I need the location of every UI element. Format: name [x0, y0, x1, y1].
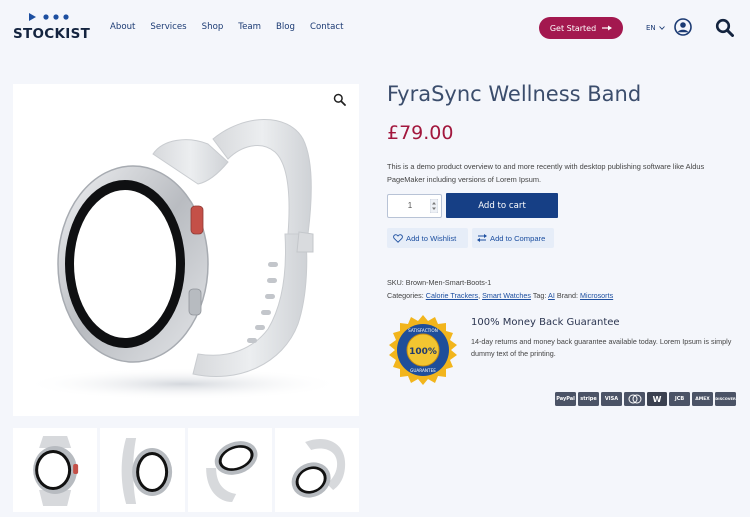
nav-about[interactable]: About: [110, 22, 135, 32]
get-started-label: Get Started: [549, 23, 597, 33]
product-main-image[interactable]: [13, 84, 359, 416]
product-sku: SKU: Brown-Men-Smart-Boots-1: [387, 278, 491, 287]
search-icon[interactable]: [715, 18, 734, 37]
nav-services[interactable]: Services: [150, 22, 186, 32]
chevron-down-icon: [659, 26, 665, 30]
discover-icon: DISCOVER: [715, 392, 736, 406]
category-link-calorie-trackers[interactable]: Calorie Trackers: [426, 291, 478, 300]
stripe-icon: stripe: [578, 392, 599, 406]
guarantee-title: 100% Money Back Guarantee: [471, 317, 620, 328]
stepper-arrows-icon[interactable]: [430, 199, 438, 213]
quantity-stepper[interactable]: 1: [387, 194, 442, 218]
product-meta: Categories: Calorie Trackers, Smart Watc…: [387, 291, 614, 300]
product-price: £79.00: [387, 122, 454, 144]
visa-icon: VISA: [601, 392, 622, 406]
payment-methods: PayPal stripe VISA W JCB AMEX DISCOVER: [555, 392, 736, 406]
wishlist-label: Add to Wishlist: [406, 233, 457, 243]
sku-value: Brown-Men-Smart-Boots-1: [405, 278, 492, 287]
product-description: This is a demo product overview to and m…: [387, 162, 705, 184]
svg-text:SATISFACTION: SATISFACTION: [408, 328, 438, 333]
get-started-button[interactable]: Get Started: [539, 17, 623, 39]
smartwatch-thumbnail-1: [33, 436, 79, 506]
nav-contact[interactable]: Contact: [310, 22, 343, 32]
mastercard-icon: [624, 392, 645, 406]
thumbnail-4[interactable]: [274, 428, 359, 512]
category-link-smart-watches[interactable]: Smart Watches: [482, 291, 531, 300]
main-nav: About Services Shop Team Blog Contact: [110, 22, 343, 32]
thumbnail-gallery: [13, 428, 359, 512]
smartwatch-thumbnail-2: [121, 438, 173, 504]
add-to-compare-button[interactable]: Add to Compare: [472, 228, 554, 248]
add-to-cart-button[interactable]: Add to cart: [446, 193, 558, 218]
satisfaction-guarantee-badge-icon: 100% SATISFACTION GUARANTEE: [389, 315, 457, 385]
nav-shop[interactable]: Shop: [202, 22, 224, 32]
sku-label: SKU:: [387, 278, 404, 287]
compare-arrows-icon: [477, 234, 487, 242]
product-title: FyraSync Wellness Band: [387, 82, 642, 106]
tag-link-ai[interactable]: AI: [548, 291, 555, 300]
compare-label: Add to Compare: [490, 233, 546, 243]
svg-text:GUARANTEE: GUARANTEE: [410, 368, 436, 373]
webmoney-icon: W: [647, 392, 667, 406]
smartwatch-thumbnail-3: [205, 441, 258, 502]
thumbnail-1[interactable]: [13, 428, 98, 512]
nav-blog[interactable]: Blog: [276, 22, 295, 32]
language-label: EN: [646, 24, 656, 32]
categories-label: Categories:: [387, 291, 424, 300]
tag-label: Tag:: [532, 291, 547, 300]
add-to-wishlist-button[interactable]: Add to Wishlist: [387, 228, 468, 248]
logo-mark-icon: [29, 13, 69, 21]
thumbnail-2[interactable]: [100, 428, 185, 512]
thumbnail-3[interactable]: [187, 428, 272, 512]
zoom-icon[interactable]: [333, 93, 346, 106]
smartwatch-thumbnail-4: [291, 438, 345, 498]
guarantee-text: 14-day returns and money back guarantee …: [471, 337, 732, 358]
svg-text:100%: 100%: [409, 347, 437, 357]
quantity-value[interactable]: 1: [388, 195, 432, 217]
language-switcher[interactable]: EN: [646, 24, 665, 32]
amex-icon: AMEX: [692, 392, 713, 406]
brand-link[interactable]: Microsorts: [580, 291, 613, 300]
user-circle-icon[interactable]: [674, 18, 692, 36]
heart-icon: [393, 233, 403, 243]
smartwatch-image: [23, 119, 343, 400]
logo-text: STOCKIST: [13, 26, 91, 42]
jcb-icon: JCB: [669, 392, 690, 406]
brand-label: Brand:: [556, 291, 579, 300]
site-header: STOCKIST About Services Shop Team Blog C…: [0, 0, 750, 60]
paypal-icon: PayPal: [555, 392, 576, 406]
arrow-right-icon: [602, 25, 613, 31]
nav-team[interactable]: Team: [238, 22, 261, 32]
